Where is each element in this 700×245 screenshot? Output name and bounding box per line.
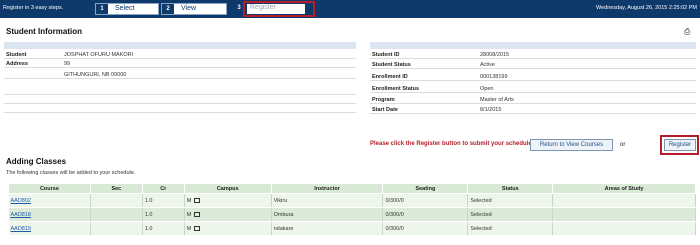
student-info-title: Student Information (6, 27, 82, 36)
register-button-highlight (660, 135, 699, 155)
start-date-row: Start Date 8/1/2015 (370, 105, 696, 114)
enrollment-status-row: Enrollment Status Open (370, 84, 696, 93)
field-value: 000138199 (480, 74, 508, 80)
field-label: Address (6, 61, 29, 67)
step-view[interactable]: 2 View (161, 3, 227, 15)
status-cell: Selected (467, 207, 554, 222)
building-icon (194, 225, 201, 231)
status-cell: Selected (467, 193, 554, 208)
field-value: Open (480, 86, 494, 92)
student-id-row: Student ID 28008/2015 (370, 50, 696, 59)
step-label: View (181, 5, 197, 12)
campus-cell: M (184, 207, 272, 222)
field-value: JOSPHAT OFURU MAKORI (64, 52, 134, 58)
field-label: Program (372, 97, 395, 103)
seating-cell: 0/300/0 (382, 193, 469, 208)
table-row: AAD819 1.0 M ndakare 0/300/0 Selected (8, 221, 696, 236)
areas-cell (552, 221, 696, 236)
field-value: Master of Arts (480, 97, 514, 103)
current-datetime: Wednesday, August 26, 2015 2:25:02 PM (595, 5, 697, 11)
seating-cell: 0/300/0 (382, 221, 469, 236)
seating-cell: 0/300/0 (382, 207, 469, 222)
credit-cell: 1.0 (142, 221, 185, 236)
student-address-row: Address 99 (4, 59, 356, 68)
column-header[interactable]: Sec (89, 183, 143, 194)
field-label: Student Status (372, 62, 411, 68)
course-link[interactable]: AAD802 (11, 198, 32, 204)
status-cell: Selected (467, 221, 554, 236)
step-select[interactable]: 1 Select (95, 3, 159, 15)
register-step-highlight (243, 1, 315, 17)
adding-classes-subtitle: The following classes will be added to y… (6, 170, 136, 176)
field-value: 99 (64, 61, 71, 67)
course-link[interactable]: AAD819 (11, 226, 32, 232)
student-city-row: GITHUNGURI, NB 00000 (4, 70, 356, 79)
return-to-view-courses-button[interactable]: Return to View Courses (530, 139, 613, 151)
column-header[interactable]: Instructor (270, 183, 384, 194)
course-cell: AAD818 (8, 207, 91, 222)
campus-code: M (186, 197, 192, 204)
instructor-cell: Vikiru (271, 193, 384, 208)
field-label: Student (6, 52, 27, 58)
campus-code: M (186, 225, 192, 232)
adding-classes-title: Adding Classes (6, 157, 67, 166)
blank-row (4, 95, 356, 104)
field-value: 28008/2015 (480, 52, 510, 58)
top-bar: Register in 3 easy steps. 1 Select 2 Vie… (0, 0, 700, 18)
or-separator: or (620, 142, 626, 148)
field-label: Enrollment ID (372, 74, 408, 80)
course-cell: AAD802 (8, 193, 91, 208)
sec-cell (90, 221, 143, 236)
student-status-row: Student Status Active (370, 60, 696, 69)
building-icon (194, 211, 201, 217)
program-row: Program Master of Arts (370, 95, 696, 104)
print-icon[interactable]: ⎙ (684, 27, 690, 37)
credit-cell: 1.0 (142, 193, 185, 208)
step-label: Select (115, 5, 135, 12)
areas-cell (552, 207, 696, 222)
sec-cell (90, 207, 143, 222)
instructor-cell: Ombura (271, 207, 384, 222)
student-name-row: Student JOSPHAT OFURU MAKORI (4, 50, 356, 59)
field-value: GITHUNGURI, NB 00000 (64, 72, 127, 78)
field-label: Start Date (372, 107, 398, 113)
areas-cell (552, 193, 696, 208)
blank-row (4, 104, 356, 113)
field-value: Active (480, 62, 495, 68)
table-row: AAD802 1.0 M Vikiru 0/300/0 Selected (8, 193, 696, 208)
instructor-cell: ndakare (271, 221, 384, 236)
step-number: 2 (162, 4, 174, 14)
classes-table: Course Sec Cr Campus Instructor Seating … (8, 183, 696, 236)
credit-cell: 1.0 (142, 207, 185, 222)
column-header[interactable]: Seating (382, 183, 469, 194)
campus-code: M (186, 211, 192, 218)
column-header[interactable]: Cr (141, 183, 185, 194)
campus-cell: M (184, 221, 272, 236)
blank-row (4, 86, 356, 95)
column-header[interactable]: Campus (183, 183, 272, 194)
step-number: 1 (96, 4, 108, 14)
campus-cell: M (184, 193, 272, 208)
register-instruction: Please click the Register button to subm… (370, 141, 534, 147)
column-header[interactable]: Status (467, 183, 554, 194)
field-label: Enrollment Status (372, 86, 420, 92)
sec-cell (90, 193, 143, 208)
column-header[interactable]: Areas of Study (552, 183, 696, 194)
field-value: 8/1/2015 (480, 107, 502, 113)
column-header[interactable]: Course (8, 183, 91, 194)
table-header-row: Course Sec Cr Campus Instructor Seating … (8, 183, 696, 194)
building-icon (194, 197, 201, 203)
enrollment-id-row: Enrollment ID 000138199 (370, 72, 696, 81)
course-link[interactable]: AAD818 (11, 212, 32, 218)
student-info-left-header (4, 42, 356, 49)
steps-intro: Register in 3 easy steps. (3, 5, 64, 11)
course-cell: AAD819 (8, 221, 91, 236)
student-info-right-header (370, 42, 696, 49)
table-row: AAD818 1.0 M Ombura 0/300/0 Selected (8, 207, 696, 222)
field-label: Student ID (372, 52, 400, 58)
